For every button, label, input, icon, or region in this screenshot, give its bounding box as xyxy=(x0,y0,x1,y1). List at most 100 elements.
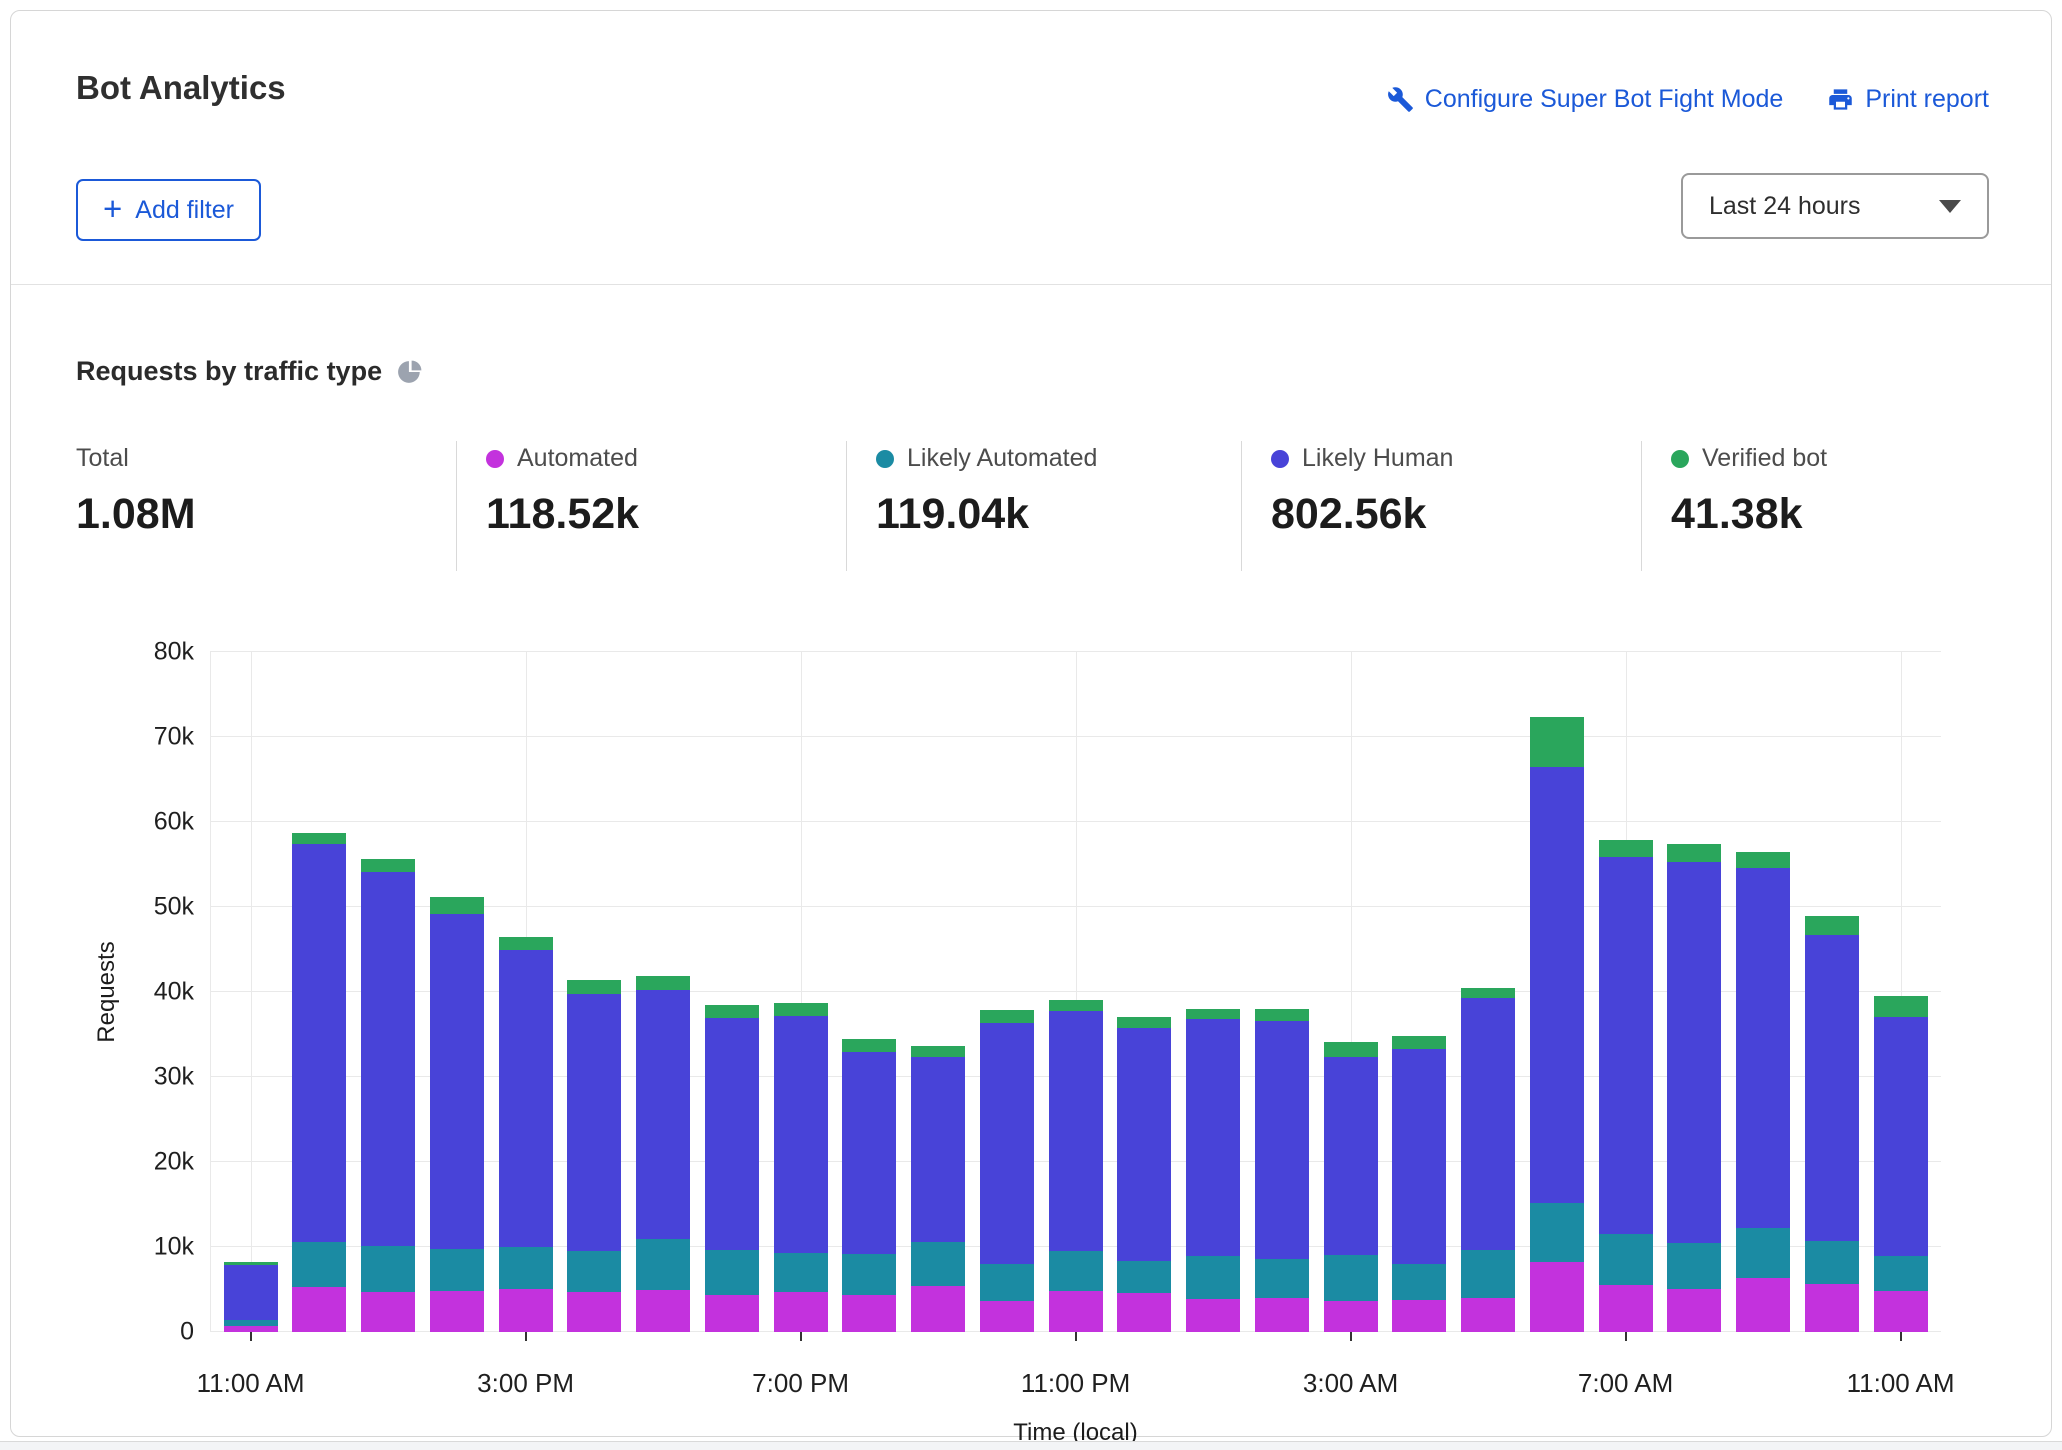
bar-segment-automated[interactable] xyxy=(636,1290,690,1332)
bar-segment-automated[interactable] xyxy=(1805,1284,1859,1332)
bar-segment-likely-automated[interactable] xyxy=(1736,1228,1790,1278)
bar-segment-likely-automated[interactable] xyxy=(430,1249,484,1292)
bar-segment-likely-automated[interactable] xyxy=(567,1251,621,1292)
bar-segment-automated[interactable] xyxy=(705,1295,759,1332)
bar-segment-likely-automated[interactable] xyxy=(292,1242,346,1287)
bar-segment-automated[interactable] xyxy=(911,1286,965,1332)
bar-segment-automated[interactable] xyxy=(980,1301,1034,1332)
bar-segment-likely-human[interactable] xyxy=(1324,1057,1378,1255)
chart-bar[interactable] xyxy=(1324,1042,1378,1332)
chart-bar[interactable] xyxy=(1049,1000,1103,1332)
chart-bar[interactable] xyxy=(1461,988,1515,1332)
bar-segment-likely-human[interactable] xyxy=(1049,1011,1103,1252)
time-range-select[interactable]: Last 24 hours xyxy=(1681,173,1989,239)
chart-bar[interactable] xyxy=(911,1046,965,1332)
chart-bar[interactable] xyxy=(567,980,621,1332)
bar-segment-verified-bot[interactable] xyxy=(1599,840,1653,857)
bar-segment-automated[interactable] xyxy=(1599,1285,1653,1332)
bar-segment-automated[interactable] xyxy=(1255,1298,1309,1332)
bar-segment-likely-human[interactable] xyxy=(1392,1049,1446,1264)
chart-bar[interactable] xyxy=(1667,844,1721,1332)
bar-segment-likely-automated[interactable] xyxy=(1049,1251,1103,1291)
bar-segment-verified-bot[interactable] xyxy=(1805,916,1859,935)
bar-segment-verified-bot[interactable] xyxy=(705,1005,759,1019)
chart-bar[interactable] xyxy=(292,833,346,1332)
bar-segment-likely-automated[interactable] xyxy=(1392,1264,1446,1300)
bar-segment-automated[interactable] xyxy=(567,1292,621,1332)
bar-segment-verified-bot[interactable] xyxy=(1667,844,1721,862)
bar-segment-likely-human[interactable] xyxy=(1599,857,1653,1234)
chart-bar[interactable] xyxy=(1599,840,1653,1332)
bar-segment-likely-automated[interactable] xyxy=(1255,1259,1309,1298)
bar-segment-likely-human[interactable] xyxy=(774,1016,828,1253)
bar-segment-automated[interactable] xyxy=(1324,1301,1378,1332)
bar-segment-verified-bot[interactable] xyxy=(1255,1009,1309,1021)
bar-segment-automated[interactable] xyxy=(1392,1300,1446,1332)
bar-segment-automated[interactable] xyxy=(1117,1293,1171,1332)
bar-segment-likely-human[interactable] xyxy=(224,1265,278,1320)
bar-segment-likely-human[interactable] xyxy=(636,990,690,1239)
chart-bar[interactable] xyxy=(636,976,690,1332)
bar-segment-likely-automated[interactable] xyxy=(705,1250,759,1294)
chart-bar[interactable] xyxy=(1186,1009,1240,1332)
bar-segment-likely-automated[interactable] xyxy=(1667,1243,1721,1289)
chart-bar[interactable] xyxy=(430,897,484,1332)
bar-segment-verified-bot[interactable] xyxy=(1324,1042,1378,1056)
bar-segment-verified-bot[interactable] xyxy=(1530,717,1584,767)
bar-segment-verified-bot[interactable] xyxy=(1186,1009,1240,1019)
chart-bar[interactable] xyxy=(842,1039,896,1332)
bar-segment-automated[interactable] xyxy=(224,1326,278,1332)
add-filter-button[interactable]: + Add filter xyxy=(76,179,261,241)
bar-segment-likely-automated[interactable] xyxy=(911,1242,965,1286)
bar-segment-likely-automated[interactable] xyxy=(1874,1256,1928,1291)
bar-segment-likely-human[interactable] xyxy=(1805,935,1859,1241)
bar-segment-verified-bot[interactable] xyxy=(361,859,415,873)
configure-super-bot-fight-mode-link[interactable]: Configure Super Bot Fight Mode xyxy=(1387,85,1784,114)
bar-segment-likely-human[interactable] xyxy=(1117,1028,1171,1261)
chart-bar[interactable] xyxy=(1392,1036,1446,1332)
bar-segment-likely-automated[interactable] xyxy=(1805,1241,1859,1284)
bar-segment-verified-bot[interactable] xyxy=(567,980,621,994)
bar-segment-likely-human[interactable] xyxy=(1461,998,1515,1250)
bar-segment-likely-human[interactable] xyxy=(1736,868,1790,1228)
bar-segment-likely-automated[interactable] xyxy=(980,1264,1034,1301)
bar-segment-verified-bot[interactable] xyxy=(292,833,346,844)
bar-segment-verified-bot[interactable] xyxy=(911,1046,965,1056)
chart-bar[interactable] xyxy=(499,937,553,1332)
bar-segment-likely-human[interactable] xyxy=(1667,862,1721,1243)
bar-segment-verified-bot[interactable] xyxy=(1461,988,1515,998)
bar-segment-automated[interactable] xyxy=(430,1291,484,1332)
bar-segment-likely-automated[interactable] xyxy=(774,1253,828,1292)
bar-segment-likely-human[interactable] xyxy=(705,1018,759,1250)
chart-bar[interactable] xyxy=(361,859,415,1332)
bar-segment-verified-bot[interactable] xyxy=(774,1003,828,1016)
bar-segment-likely-automated[interactable] xyxy=(842,1254,896,1296)
bar-segment-likely-automated[interactable] xyxy=(1324,1255,1378,1301)
bar-segment-likely-human[interactable] xyxy=(1186,1019,1240,1256)
bar-segment-verified-bot[interactable] xyxy=(980,1010,1034,1023)
chart-bar[interactable] xyxy=(1874,996,1928,1332)
bar-segment-verified-bot[interactable] xyxy=(1874,996,1928,1016)
bar-segment-likely-human[interactable] xyxy=(1530,767,1584,1203)
chart-bar[interactable] xyxy=(1117,1017,1171,1332)
bar-segment-likely-automated[interactable] xyxy=(1461,1250,1515,1298)
bar-segment-likely-human[interactable] xyxy=(842,1052,896,1254)
chart-bar[interactable] xyxy=(1805,916,1859,1332)
bar-segment-automated[interactable] xyxy=(1874,1291,1928,1332)
bar-segment-verified-bot[interactable] xyxy=(1117,1017,1171,1028)
bar-segment-likely-human[interactable] xyxy=(499,950,553,1247)
bar-segment-likely-automated[interactable] xyxy=(499,1247,553,1289)
bar-segment-verified-bot[interactable] xyxy=(430,897,484,914)
bar-segment-likely-human[interactable] xyxy=(980,1023,1034,1264)
chart-bar[interactable] xyxy=(1530,717,1584,1332)
bar-segment-likely-automated[interactable] xyxy=(1117,1261,1171,1293)
bar-segment-likely-automated[interactable] xyxy=(361,1246,415,1292)
bar-segment-verified-bot[interactable] xyxy=(499,937,553,951)
bar-segment-automated[interactable] xyxy=(774,1292,828,1332)
chart-bar[interactable] xyxy=(1255,1009,1309,1332)
print-report-link[interactable]: Print report xyxy=(1827,85,1989,114)
bar-segment-likely-human[interactable] xyxy=(911,1057,965,1242)
bar-segment-likely-human[interactable] xyxy=(361,872,415,1246)
bar-segment-automated[interactable] xyxy=(1736,1278,1790,1332)
bar-segment-verified-bot[interactable] xyxy=(1392,1036,1446,1049)
